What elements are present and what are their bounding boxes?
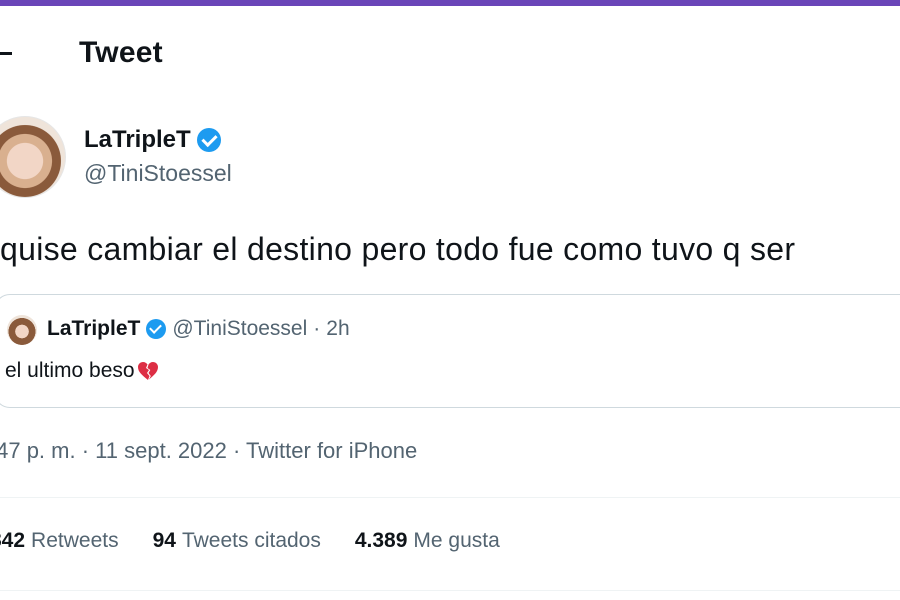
- quoted-handle: @TiniStoessel: [172, 317, 308, 340]
- broken-heart-icon: [137, 361, 159, 381]
- quoted-avatar: [7, 315, 37, 345]
- quoted-tweet-card[interactable]: LaTripleT @TiniStoessel · 2h el ultimo b…: [0, 294, 900, 408]
- quoted-header: LaTripleT @TiniStoessel · 2h: [47, 317, 350, 341]
- stat-quote-tweets[interactable]: 94 Tweets citados: [153, 529, 321, 553]
- stat-label: Tweets citados: [181, 529, 321, 552]
- quoted-separator: ·: [313, 317, 321, 340]
- tweet-author: LaTripleT @TiniStoessel: [0, 112, 900, 202]
- quoted-time: 2h: [326, 317, 350, 340]
- tweet-time[interactable]: :47 p. m.: [0, 438, 76, 463]
- quoted-text-row: el ultimo beso: [5, 359, 159, 383]
- tweet-header: Tweet: [0, 6, 900, 96]
- back-arrow-icon[interactable]: [0, 44, 12, 62]
- stat-value: 94: [152, 529, 176, 552]
- tweet-stats: 842Retweets 94Tweets citados 4.389Me gus…: [0, 529, 500, 553]
- stat-retweets[interactable]: 842Retweets: [0, 529, 119, 553]
- stat-likes[interactable]: 4.389 Me gusta: [355, 529, 500, 553]
- stat-label: Retweets: [31, 529, 119, 552]
- page-title: Tweet: [79, 36, 163, 69]
- divider: [0, 590, 900, 591]
- verified-badge-icon: [146, 319, 167, 339]
- tweet-text: quise cambiar el destino pero todo fue c…: [0, 231, 796, 267]
- meta-separator: ·: [81, 438, 90, 463]
- divider: [0, 497, 900, 498]
- author-display-name[interactable]: LaTripleT: [84, 126, 191, 154]
- meta-separator: ·: [233, 438, 241, 463]
- tweet-date[interactable]: 11 sept. 2022: [95, 438, 227, 463]
- avatar[interactable]: [0, 116, 66, 198]
- stat-value: 4.389: [354, 529, 408, 552]
- tweet-source: Twitter for iPhone: [246, 438, 418, 463]
- stat-value: 842: [0, 529, 26, 552]
- verified-badge-icon: [196, 128, 221, 152]
- author-name-row: LaTripleT: [84, 126, 221, 154]
- stat-label: Me gusta: [413, 529, 500, 552]
- quoted-text: el ultimo beso: [5, 359, 135, 382]
- tweet-meta: :47 p. m. · 11 sept. 2022 · Twitter for …: [0, 438, 417, 464]
- quoted-display-name: LaTripleT: [47, 317, 141, 340]
- author-handle[interactable]: @TiniStoessel: [84, 160, 232, 187]
